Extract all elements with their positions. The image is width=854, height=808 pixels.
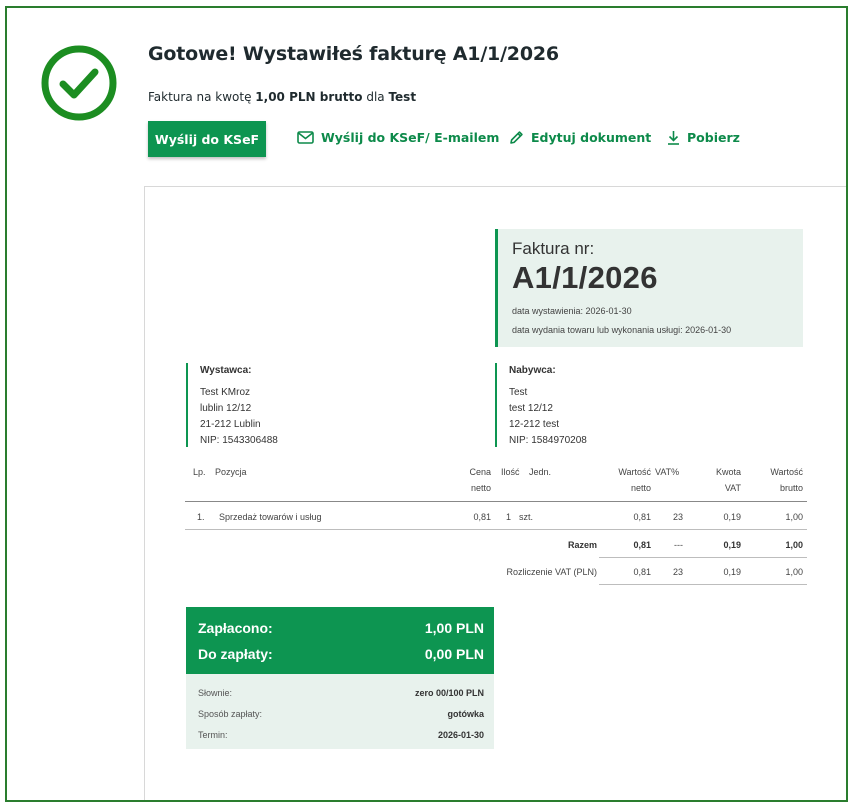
payment-summary: Zapłacono: 1,00 PLN Do zapłaty: 0,00 PLN… <box>186 607 494 749</box>
total-net-value: 0,81 <box>633 540 651 550</box>
col-lp: Lp. <box>193 467 206 477</box>
col-vat-amount-1: Kwota <box>715 467 741 477</box>
edit-document-label: Edytuj dokument <box>531 130 652 145</box>
buyer-street: test 12/12 <box>509 403 553 414</box>
row-gross-value: 1,00 <box>785 512 803 522</box>
words-value: zero 00/100 PLN <box>414 687 484 698</box>
download-label: Pobierz <box>687 130 740 145</box>
issue-date: data wystawienia: 2026-01-30 <box>512 306 632 316</box>
seller-nip: NIP: 1543306488 <box>200 435 278 446</box>
col-qty: Ilość <box>501 467 520 477</box>
due-value: 0,00 PLN <box>424 646 484 662</box>
seller-city: 21-212 Lublin <box>200 419 261 430</box>
due-label: Do zapłaty: <box>198 646 273 662</box>
term-row: Termin: 2026-01-30 <box>198 724 484 745</box>
vat-summary-label: Rozliczenie VAT (PLN) <box>506 567 597 577</box>
download-link[interactable]: Pobierz <box>667 130 740 145</box>
vat-summary-vat-amount: 0,19 <box>723 567 741 577</box>
total-divider <box>599 557 807 558</box>
seller-street: lublin 12/12 <box>200 403 252 414</box>
vat-summary-divider <box>599 584 807 585</box>
col-gross-value-1: Wartość <box>770 467 803 477</box>
payment-details: Słownie: zero 00/100 PLN Sposób zapłaty:… <box>186 674 494 749</box>
total-gross-value: 1,00 <box>785 540 803 550</box>
payment-totals: Zapłacono: 1,00 PLN Do zapłaty: 0,00 PLN <box>186 607 494 674</box>
envelope-icon <box>297 131 314 144</box>
summary-client: Test <box>388 90 417 104</box>
col-net-value-1: Wartość <box>618 467 651 477</box>
row-qty: 1 <box>505 512 511 522</box>
buyer-block: Nabywca: Test test 12/12 12-212 test NIP… <box>495 363 587 447</box>
pencil-icon <box>510 131 523 144</box>
buyer-nip: NIP: 1584970208 <box>509 435 587 446</box>
send-ksef-email-link[interactable]: Wyślij do KSeF/ E-mailem <box>297 130 499 145</box>
words-label: Słownie: <box>198 687 233 698</box>
total-vat-rate: --- <box>674 540 683 550</box>
summary-mid: dla <box>362 90 389 104</box>
vat-summary-gross-value: 1,00 <box>785 567 803 577</box>
invoice-header-box: Faktura nr: A1/1/2026 data wystawienia: … <box>495 229 803 347</box>
send-ksef-email-label: Wyślij do KSeF/ E-mailem <box>321 130 500 145</box>
row-net-value: 0,81 <box>633 512 651 522</box>
total-label: Razem <box>567 540 597 550</box>
method-value: gotówka <box>447 708 484 719</box>
vat-summary-vat-rate: 23 <box>672 567 683 577</box>
invoice-preview: Faktura nr: A1/1/2026 data wystawienia: … <box>144 186 846 800</box>
row-unit: szt. <box>519 512 534 522</box>
col-net-price-1: Cena <box>469 467 491 477</box>
header-divider <box>185 501 807 502</box>
delivery-date: data wydania towaru lub wykonania usługi… <box>512 325 732 335</box>
paid-row: Zapłacono: 1,00 PLN <box>198 615 484 641</box>
summary-prefix: Faktura na kwotę <box>148 90 256 104</box>
row-divider <box>185 529 807 530</box>
method-row: Sposób zapłaty: gotówka <box>198 703 484 724</box>
col-net-price-2: netto <box>470 483 491 493</box>
words-row: Słownie: zero 00/100 PLN <box>198 682 484 703</box>
invoice-number: A1/1/2026 <box>512 260 658 295</box>
row-vat-amount: 0,19 <box>723 512 741 522</box>
row-vat-rate: 23 <box>672 512 683 522</box>
row-net-price: 0,81 <box>473 512 491 522</box>
term-value: 2026-01-30 <box>437 729 484 740</box>
col-vat-rate: VAT% <box>655 467 680 477</box>
method-label: Sposób zapłaty: <box>198 708 263 719</box>
seller-name: Test KMroz <box>200 387 251 398</box>
paid-label: Zapłacono: <box>198 620 273 636</box>
col-gross-value-2: brutto <box>779 483 803 493</box>
row-lp: 1. <box>197 512 205 522</box>
seller-heading: Wystawca: <box>200 365 252 376</box>
due-row: Do zapłaty: 0,00 PLN <box>198 641 484 667</box>
col-item: Pozycja <box>215 467 247 477</box>
col-vat-amount-2: VAT <box>724 483 741 493</box>
check-circle-icon <box>41 45 117 121</box>
edit-document-link[interactable]: Edytuj dokument <box>509 130 651 145</box>
row-item: Sprzedaż towarów i usług <box>219 512 322 522</box>
seller-block: Wystawca: Test KMroz lublin 12/12 21-212… <box>186 363 278 447</box>
invoice-summary: Faktura na kwotę 1,00 PLN brutto dla Tes… <box>148 90 416 104</box>
total-vat-amount: 0,19 <box>723 540 741 550</box>
summary-amount: 1,00 PLN brutto <box>255 90 363 104</box>
col-net-value-2: netto <box>630 483 651 493</box>
invoice-label: Faktura nr: <box>512 239 595 258</box>
buyer-name: Test <box>509 387 528 398</box>
success-panel: Gotowe! Wystawiłeś fakturę A1/1/2026 Fak… <box>5 6 848 802</box>
send-ksef-button[interactable]: Wyślij do KSeF <box>148 121 266 157</box>
term-label: Termin: <box>198 729 228 740</box>
buyer-city: 12-212 test <box>509 419 560 430</box>
page-title: Gotowe! Wystawiłeś fakturę A1/1/2026 <box>148 43 559 65</box>
download-arrow-icon <box>668 131 679 145</box>
vat-summary-net-value: 0,81 <box>633 567 651 577</box>
col-unit: Jedn. <box>529 467 552 477</box>
buyer-heading: Nabywca: <box>509 365 556 376</box>
paid-value: 1,00 PLN <box>424 620 484 636</box>
